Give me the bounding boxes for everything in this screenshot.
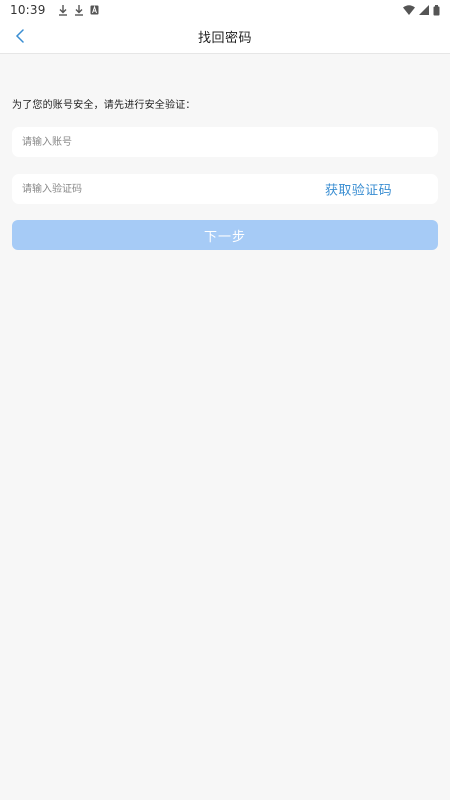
- page-title: 找回密码: [197, 31, 252, 46]
- download-icon: [58, 4, 68, 16]
- code-field[interactable]: 获取验证码: [12, 174, 438, 204]
- wifi-icon: [403, 5, 415, 15]
- status-notification-icons: [58, 4, 99, 16]
- signal-icon: [419, 5, 429, 15]
- account-input[interactable]: [22, 127, 428, 157]
- back-button[interactable]: [6, 20, 34, 54]
- chevron-left-icon: [15, 28, 25, 47]
- status-right: [403, 4, 440, 16]
- security-hint: 为了您的账号安全，请先进行安全验证：: [12, 100, 196, 111]
- status-bar: 10:39: [0, 0, 450, 20]
- status-time: 10:39: [10, 3, 46, 17]
- download-icon: [74, 4, 84, 16]
- get-code-button[interactable]: 获取验证码: [325, 180, 392, 199]
- account-field[interactable]: [12, 127, 438, 157]
- nav-bar: 找回密码: [0, 20, 450, 54]
- verification-form: 为了您的账号安全，请先进行安全验证： 获取验证码 下一步: [12, 96, 438, 250]
- status-left: 10:39: [10, 3, 99, 17]
- battery-icon: [433, 4, 440, 16]
- find-password-screen: 10:39 找回密码 为了您的账号安全，请先进行安全验证： 请输入账号 请输入验…: [0, 0, 450, 800]
- a-box-icon: [90, 5, 99, 15]
- next-step-button[interactable]: 下一步: [12, 220, 438, 250]
